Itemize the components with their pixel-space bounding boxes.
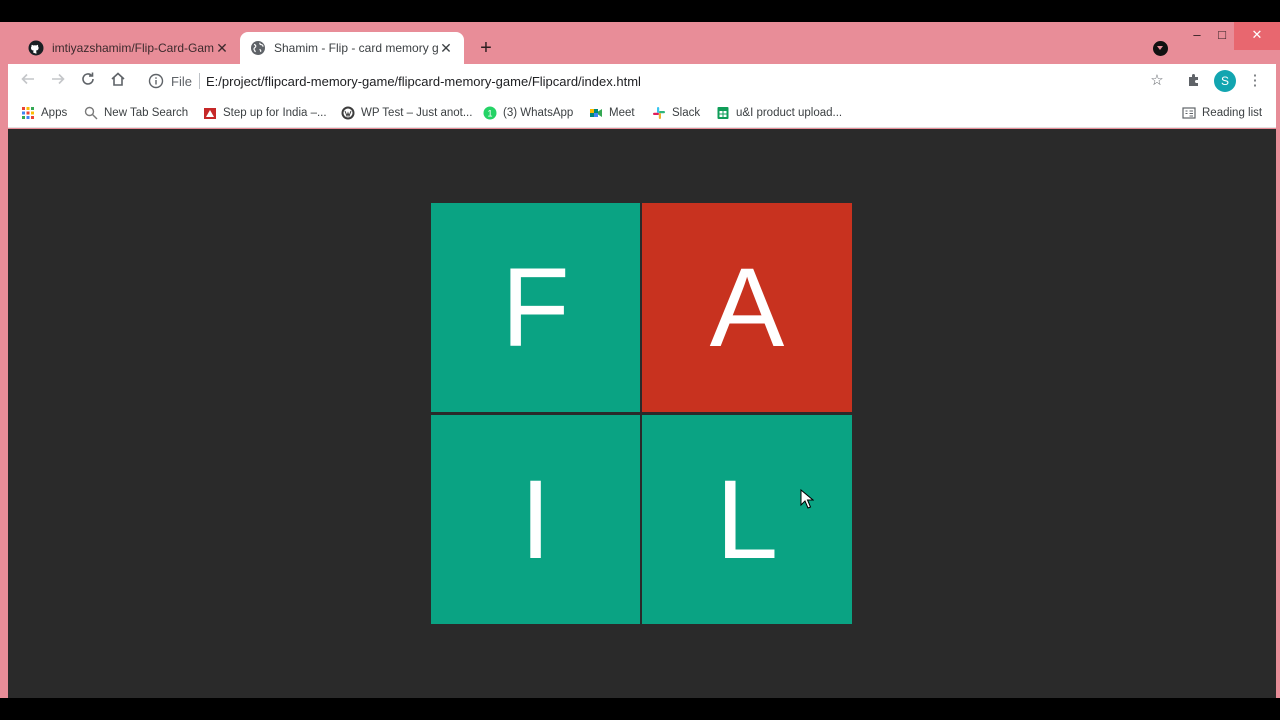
close-window-button[interactable]: ✕ bbox=[1234, 22, 1280, 50]
back-arrow-icon bbox=[21, 73, 34, 85]
india-icon bbox=[204, 108, 216, 119]
browser-window: imtiyazshamim/Flip-Card-Game ✕ Shamim - … bbox=[0, 22, 1280, 698]
url-separator bbox=[199, 73, 200, 89]
info-icon[interactable] bbox=[148, 73, 164, 89]
extensions-icon[interactable] bbox=[1185, 72, 1203, 90]
bookmark-label: (3) WhatsApp bbox=[503, 107, 574, 119]
whatsapp-icon: 1 bbox=[483, 106, 497, 120]
page-content: F A I L bbox=[8, 129, 1276, 698]
apps-grid-icon bbox=[22, 107, 34, 119]
menu-kebab-icon[interactable]: ⋮ bbox=[1246, 72, 1264, 90]
bookmark-product-upload[interactable]: u&I product upload... bbox=[716, 105, 842, 121]
card-letter: A bbox=[709, 245, 785, 370]
reading-list-label: Reading list bbox=[1202, 107, 1263, 119]
bookmark-label: u&I product upload... bbox=[736, 107, 843, 119]
mouse-cursor-icon bbox=[800, 489, 814, 509]
bookmark-step-up-india[interactable]: Step up for India –... bbox=[203, 105, 327, 121]
new-tab-button[interactable]: + bbox=[476, 37, 496, 59]
tab-strip: imtiyazshamim/Flip-Card-Game ✕ Shamim - … bbox=[0, 22, 1280, 64]
url-scheme-label: File bbox=[171, 74, 192, 89]
bookmark-label: WP Test – Just anot... bbox=[361, 107, 473, 119]
bookmark-label: Meet bbox=[609, 107, 635, 119]
bookmark-slack[interactable]: Slack bbox=[652, 105, 700, 121]
search-icon bbox=[84, 106, 98, 120]
screen: imtiyazshamim/Flip-Card-Game ✕ Shamim - … bbox=[0, 0, 1280, 720]
bookmark-star-icon[interactable]: ☆ bbox=[1148, 72, 1166, 90]
bookmark-label: Slack bbox=[672, 107, 701, 119]
reload-icon bbox=[82, 72, 94, 85]
github-icon bbox=[28, 40, 44, 56]
bookmark-new-tab-search[interactable]: New Tab Search bbox=[84, 105, 188, 121]
reload-button[interactable] bbox=[78, 71, 98, 91]
svg-text:1: 1 bbox=[487, 108, 492, 118]
bookmark-wp-test[interactable]: WP Test – Just anot... bbox=[341, 105, 472, 121]
bookmarks-bar: Apps New Tab Search Step up for India –.… bbox=[8, 98, 1276, 128]
flip-card-i[interactable]: I bbox=[431, 415, 640, 624]
meet-icon bbox=[590, 109, 602, 117]
tab-title: imtiyazshamim/Flip-Card-Game bbox=[52, 41, 214, 55]
globe-icon bbox=[251, 41, 265, 55]
close-tab-icon[interactable]: ✕ bbox=[438, 40, 454, 57]
close-tab-icon[interactable]: ✕ bbox=[214, 40, 230, 57]
reading-list-button[interactable]: Reading list bbox=[1182, 105, 1262, 121]
browser-toolbar: File E:/project/flipcard-memory-game/fli… bbox=[8, 64, 1276, 98]
bookmark-meet[interactable]: Meet bbox=[589, 105, 635, 121]
tab-title: Shamim - Flip - card memory game bbox=[274, 41, 438, 55]
flip-card-l[interactable]: L bbox=[642, 415, 852, 624]
card-letter: L bbox=[715, 457, 779, 582]
flip-card-f[interactable]: F bbox=[431, 203, 640, 412]
bookmark-apps[interactable]: Apps bbox=[21, 105, 67, 121]
card-letter: F bbox=[501, 245, 570, 370]
address-bar[interactable]: E:/project/flipcard-memory-game/flipcard… bbox=[206, 74, 641, 89]
wordpress-icon bbox=[341, 106, 355, 120]
maximize-button[interactable]: □ bbox=[1207, 22, 1237, 50]
home-icon bbox=[111, 72, 125, 86]
forward-arrow-icon bbox=[52, 73, 65, 85]
bookmark-whatsapp[interactable]: 1 (3) WhatsApp bbox=[483, 105, 573, 121]
forward-button[interactable] bbox=[48, 71, 68, 91]
bookmark-label: Apps bbox=[41, 107, 68, 119]
tab-flipcard[interactable]: Shamim - Flip - card memory game ✕ bbox=[240, 32, 464, 64]
reading-list-icon bbox=[1182, 107, 1196, 119]
sheets-icon bbox=[717, 107, 729, 119]
card-letter: I bbox=[519, 457, 552, 582]
profile-avatar[interactable]: S bbox=[1214, 70, 1236, 92]
tab-search-icon[interactable] bbox=[1153, 41, 1168, 56]
flip-card-a[interactable]: A bbox=[642, 203, 852, 412]
bookmark-label: New Tab Search bbox=[104, 107, 189, 119]
bookmark-label: Step up for India –... bbox=[223, 107, 327, 119]
tab-github[interactable]: imtiyazshamim/Flip-Card-Game ✕ bbox=[18, 32, 240, 64]
home-button[interactable] bbox=[108, 71, 128, 91]
slack-icon bbox=[653, 107, 665, 119]
back-button[interactable] bbox=[18, 71, 38, 91]
